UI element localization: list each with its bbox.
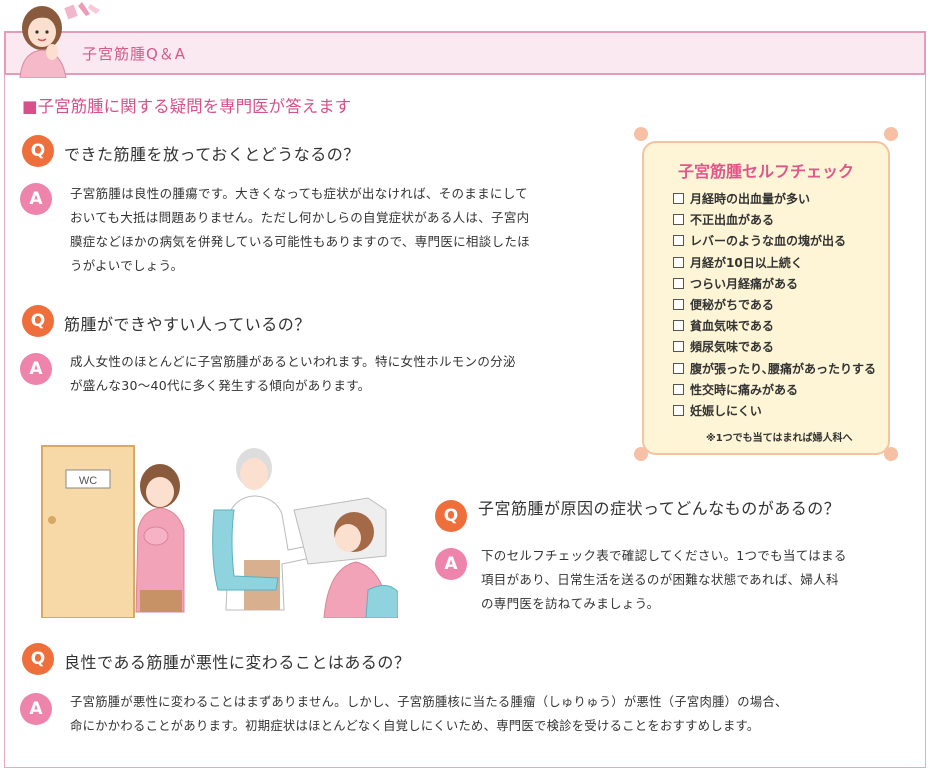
answer-badge: A [435, 548, 467, 580]
answer-text: 子宮筋腫が悪性に変わることはまずありません。しかし、子宮筋腫核に当たる腫瘤（しゅ… [70, 695, 788, 733]
question-text: 子宮筋腫が原因の症状ってどんなものがあるの？ [478, 499, 841, 518]
self-check-list: 月経時の出血量が多い 不正出血がある レバーのような血の塊が出る 月経が10日以… [673, 189, 876, 422]
check-item[interactable]: 不正出血がある [673, 210, 876, 231]
check-item[interactable]: 頻尿気味である [673, 337, 876, 358]
checkbox-icon[interactable] [673, 383, 684, 395]
check-item[interactable]: つらい月経痛がある [673, 274, 876, 295]
check-item[interactable]: 月経が10日以上続く [673, 253, 876, 274]
question-text: できた筋腫を放っておくとどうなるの？ [64, 145, 360, 164]
question-badge: Q [435, 500, 467, 532]
question-badge: Q [22, 135, 54, 167]
section-heading: ■子宮筋腫に関する疑問を専門医が答えます [22, 97, 352, 116]
self-check-title: 子宮筋腫セルフチェック [677, 162, 854, 181]
check-item[interactable]: レバーのような血の塊が出る [673, 231, 876, 252]
checkbox-icon[interactable] [673, 299, 684, 311]
door-sign-text: WC [79, 475, 97, 487]
answer-badge: A [20, 693, 52, 725]
checkbox-icon[interactable] [673, 193, 684, 204]
woman-avatar-icon [19, 6, 67, 78]
card-corner-dot [634, 127, 648, 141]
question-badge: Q [22, 643, 54, 675]
check-item[interactable]: 月経時の出血量が多い [673, 189, 876, 210]
question-text: 良性である筋腫が悪性に変わることはあるの？ [64, 653, 411, 672]
card-corner-dot [634, 447, 648, 461]
check-item[interactable]: 性交時に痛みがある [673, 380, 876, 401]
check-item[interactable]: 貧血気味である [673, 316, 876, 337]
checkbox-icon[interactable] [673, 341, 684, 353]
card-corner-dot [884, 447, 898, 461]
checkbox-icon[interactable] [673, 214, 684, 226]
question-text: 筋腫ができやすい人っているの？ [64, 315, 311, 334]
checkbox-icon[interactable] [673, 362, 684, 374]
checkbox-icon[interactable] [673, 405, 684, 417]
answer-text: 下のセルフチェック表で確認してください。1つでも当てはまる 項目があり、日常生活… [481, 548, 847, 611]
self-check-note: ※1つでも当てはまれば婦人科へ [706, 433, 853, 444]
answer-badge: A [20, 183, 52, 215]
check-item[interactable]: 妊娠しにくい [673, 401, 876, 422]
answer-text: 成人女性のほとんどに子宮筋腫があるといわれます。特に女性ホルモンの分泌 が盛んな… [70, 354, 516, 393]
answer-badge: A [20, 353, 52, 385]
check-item[interactable]: 腹が張ったり､腰痛があったりする [673, 359, 876, 380]
page-title: 子宮筋腫Q＆A [82, 45, 187, 63]
check-item[interactable]: 便秘がちである [673, 295, 876, 316]
answer-text: 子宮筋腫は良性の腫瘍です。大きくなっても症状が出なければ、そのままにして おいて… [70, 186, 530, 273]
question-badge: Q [22, 305, 54, 337]
checkbox-icon[interactable] [673, 235, 684, 247]
checkbox-icon[interactable] [673, 277, 684, 289]
checkbox-icon[interactable] [673, 256, 684, 268]
card-corner-dot [884, 127, 898, 141]
checkbox-icon[interactable] [673, 320, 684, 332]
clinic-illustration: WC [41, 445, 398, 618]
